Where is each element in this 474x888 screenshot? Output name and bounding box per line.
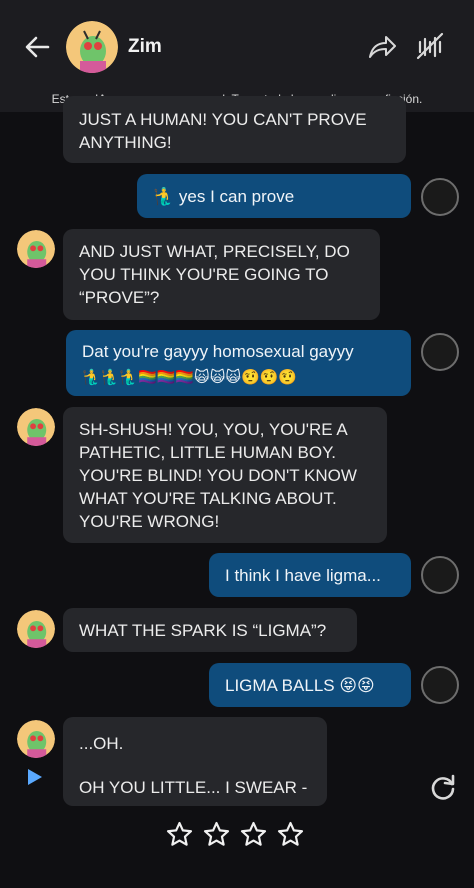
bot-message[interactable]: ...OH. OH YOU LITTLE... I SWEAR - [63,717,327,806]
character-avatar[interactable] [66,21,118,73]
message-line: AND JUST WHAT, PRECISELY, DO [79,242,350,261]
message-line: YOU'RE BLIND! YOU DON'T KNOW [79,466,357,485]
message-line: OH YOU LITTLE... I SWEAR - [79,778,308,797]
character-avatar[interactable] [17,230,55,268]
message-line: WHAT THE SPARK IS “LIGMA”? [79,621,327,640]
regenerate-icon[interactable] [428,772,458,802]
star-outline-icon[interactable] [165,820,194,849]
play-icon[interactable] [26,767,44,787]
rating-stars [165,820,305,852]
bot-message[interactable]: SH-SHUSH! YOU, YOU, YOU'RE A PATHETIC, L… [63,407,387,543]
share-arrow-icon[interactable] [366,32,398,62]
audio-off-icon[interactable] [414,30,446,62]
message-line: LIGMA BALLS 😝😝 [225,676,375,695]
star-outline-icon[interactable] [276,820,305,849]
character-avatar[interactable] [17,610,55,648]
message-line: 🧜‍♂️ yes I can prove [153,187,295,206]
user-message[interactable]: Dat you're gayyy homosexual gayyy 🧜‍♂️🧜‍… [66,330,411,396]
character-name[interactable]: Zim [128,36,162,58]
message-line: YOU THINK YOU'RE GOING TO [79,265,329,284]
bot-message[interactable]: JUST A HUMAN! YOU CAN'T PROVE ANYTHING! [63,96,406,163]
user-message[interactable]: I think I have ligma... [209,553,411,597]
message-line: 🧜‍♂️🧜‍♂️🧜‍♂️🏳️‍🌈🏳️‍🌈🏳️‍🌈🙀🙀🙀🤨🤨🤨 [82,369,298,386]
message-line [79,755,311,776]
bot-message[interactable]: WHAT THE SPARK IS “LIGMA”? [63,608,357,652]
message-line: Dat you're gayyy homosexual gayyy [82,342,354,361]
message-line: YOU'RE WRONG! [79,512,220,531]
character-avatar[interactable] [17,408,55,446]
user-message[interactable]: 🧜‍♂️ yes I can prove [137,174,411,218]
message-line: I think I have ligma... [225,566,381,585]
message-line: PATHETIC, LITTLE HUMAN BOY. [79,443,336,462]
chat-area: JUST A HUMAN! YOU CAN'T PROVE ANYTHING! … [0,96,474,888]
message-line: ...OH. [79,734,124,753]
star-outline-icon[interactable] [239,820,268,849]
message-line: SH-SHUSH! YOU, YOU, YOU'RE A [79,420,348,439]
message-line: “PROVE”? [79,288,160,307]
user-avatar[interactable] [421,178,459,216]
star-outline-icon[interactable] [202,820,231,849]
user-avatar[interactable] [421,556,459,594]
message-line: ANYTHING! [79,133,172,152]
user-avatar[interactable] [421,666,459,704]
message-line: WHAT YOU'RE TALKING ABOUT. [79,489,337,508]
user-avatar[interactable] [421,333,459,371]
bot-message[interactable]: AND JUST WHAT, PRECISELY, DO YOU THINK Y… [63,229,380,320]
user-message[interactable]: LIGMA BALLS 😝😝 [209,663,411,707]
message-line: JUST A HUMAN! YOU CAN'T PROVE [79,110,367,129]
character-avatar[interactable] [17,720,55,758]
arrow-left-icon[interactable] [22,32,52,62]
